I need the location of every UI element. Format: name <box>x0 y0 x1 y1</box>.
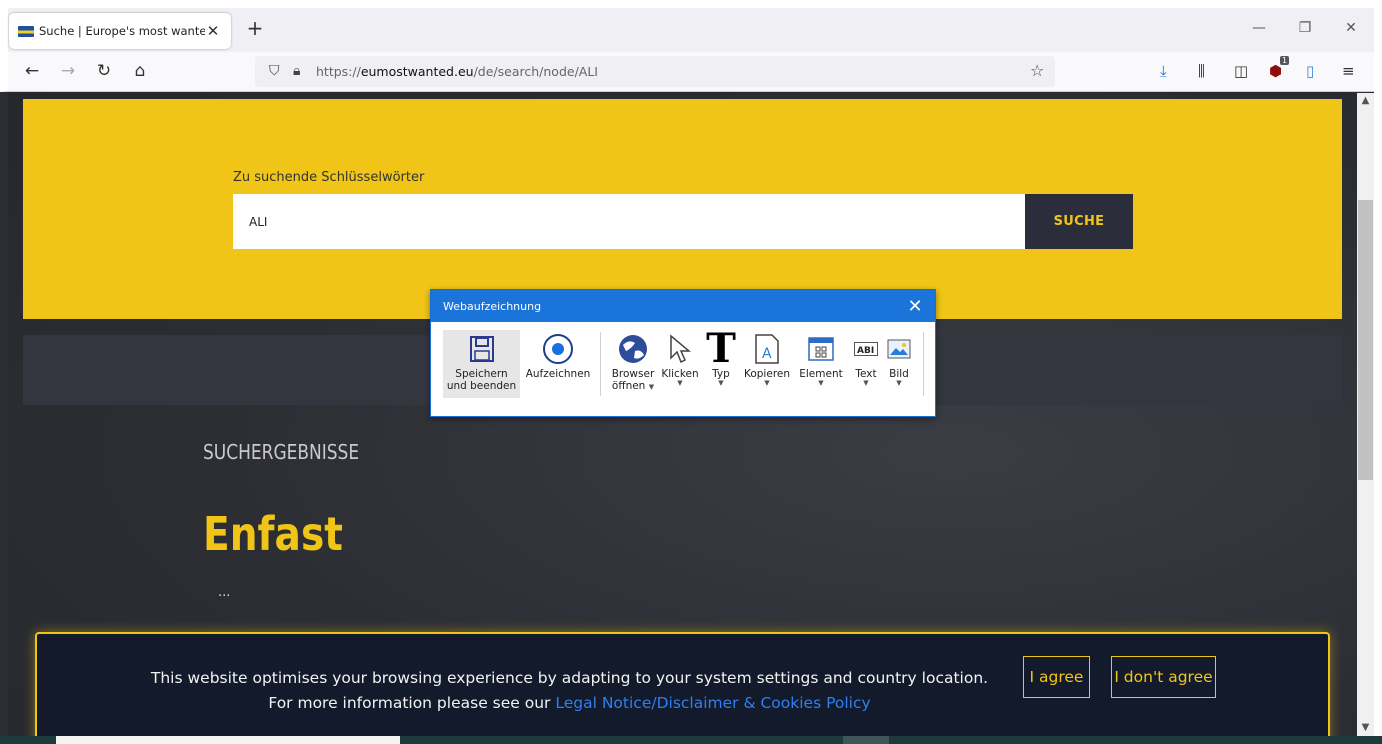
record-icon <box>542 330 574 368</box>
element-button[interactable]: Element ▼ <box>797 330 845 387</box>
taskbar-search-box[interactable] <box>56 736 400 744</box>
image-button[interactable]: Bild ▼ <box>884 330 914 387</box>
search-button[interactable]: SUCHE <box>1025 194 1133 249</box>
notes-icon[interactable]: ▯ <box>1306 62 1314 80</box>
window-border <box>1374 52 1382 744</box>
search-input[interactable] <box>233 194 1025 249</box>
record-button[interactable]: Aufzeichnen <box>523 330 593 380</box>
navigation-toolbar: ← → ↻ ⌂ ⛉ 🔒︎ https://eumostwanted.eu/de/… <box>0 52 1382 92</box>
dropdown-caret-icon[interactable]: ▼ <box>649 383 654 391</box>
url-text[interactable]: https://eumostwanted.eu/de/search/node/A… <box>316 64 598 79</box>
results-heading: SUCHERGEBNISSE <box>203 440 360 464</box>
search-panel: Zu suchende Schlüsselwörter SUCHE <box>23 99 1342 319</box>
toolbar-separator <box>923 332 924 396</box>
bookmark-star-icon[interactable]: ☆ <box>1030 61 1044 80</box>
type-button[interactable]: T Typ ▼ <box>703 325 739 387</box>
sidebar-icon[interactable]: ◫ <box>1234 62 1248 80</box>
dropdown-caret-icon[interactable]: ▼ <box>764 380 769 387</box>
type-icon: T <box>706 325 736 372</box>
url-host: eumostwanted.eu <box>360 64 474 79</box>
eu-flag-favicon-icon <box>18 25 34 37</box>
agree-button[interactable]: I agree <box>1023 656 1090 698</box>
browser-window: Suche | Europe's most wanted ✕ + — ❐ ✕ ←… <box>0 0 1382 744</box>
copy-icon: A <box>754 330 780 368</box>
minimize-icon[interactable]: — <box>1244 20 1274 36</box>
recorder-titlebar[interactable]: Webaufzeichnung ✕ <box>431 290 935 322</box>
address-bar[interactable]: ⛉ 🔒︎ https://eumostwanted.eu/de/search/n… <box>255 56 1055 87</box>
menu-icon[interactable]: ≡ <box>1342 62 1355 80</box>
copy-button[interactable]: A Kopieren ▼ <box>742 330 792 387</box>
shield-icon[interactable]: ⛉ <box>269 63 280 79</box>
tab-title: Suche | Europe's most wanted <box>39 24 205 38</box>
home-icon[interactable]: ⌂ <box>129 60 151 82</box>
dropdown-caret-icon[interactable]: ▼ <box>677 380 682 387</box>
restore-icon[interactable]: ❐ <box>1290 20 1320 36</box>
new-tab-button[interactable]: + <box>245 18 265 38</box>
taskbar-app-icon[interactable] <box>843 736 889 744</box>
tool-label: öffnen ▼ <box>612 380 654 392</box>
tool-label: Aufzeichnen <box>525 368 591 380</box>
cookie-policy-link[interactable]: Legal Notice/Disclaimer & Cookies Policy <box>555 694 870 712</box>
ublock-badge: 1 <box>1280 56 1290 65</box>
browser-tab[interactable]: Suche | Europe's most wanted ✕ <box>9 13 231 49</box>
dropdown-caret-icon[interactable]: ▼ <box>896 380 901 387</box>
result-snippet: ... <box>218 585 231 600</box>
element-icon <box>808 330 834 368</box>
forward-arrow-icon[interactable]: → <box>57 60 79 82</box>
save-and-exit-button[interactable]: Speichern und beenden <box>443 330 520 398</box>
open-browser-button[interactable]: Browser öffnen ▼ <box>609 330 657 392</box>
scrollbar-thumb[interactable] <box>1358 200 1373 480</box>
svg-text:A: A <box>762 346 772 362</box>
window-close-icon[interactable]: ✕ <box>1336 20 1366 36</box>
cookie-banner: This website optimises your browsing exp… <box>35 632 1330 744</box>
reload-icon[interactable]: ↻ <box>93 60 115 82</box>
tool-label: und beenden <box>446 380 517 392</box>
text-icon: ABI <box>854 330 878 368</box>
disagree-button[interactable]: I don't agree <box>1111 656 1216 698</box>
result-title-link[interactable]: Enfast <box>203 507 343 561</box>
download-icon[interactable]: ⤓ <box>1160 62 1167 80</box>
web-recorder-dialog: Webaufzeichnung ✕ Speichern und beenden … <box>430 289 936 417</box>
url-scheme: https:// <box>316 64 361 79</box>
recorder-toolbar: Speichern und beenden Aufzeichnen Browse… <box>431 322 935 418</box>
globe-icon <box>617 330 649 368</box>
click-button[interactable]: Klicken ▼ <box>659 330 701 387</box>
dropdown-caret-icon[interactable]: ▼ <box>863 380 868 387</box>
search-label: Zu suchende Schlüsselwörter <box>233 170 425 185</box>
text-button[interactable]: ABI Text ▼ <box>849 330 883 387</box>
cookie-text: This website optimises your browsing exp… <box>137 666 1002 716</box>
floppy-disk-icon <box>469 330 494 368</box>
back-arrow-icon[interactable]: ← <box>21 60 43 82</box>
tool-label: Browser <box>611 368 655 380</box>
recorder-close-icon[interactable]: ✕ <box>895 296 935 317</box>
cursor-icon <box>669 330 691 368</box>
scroll-down-icon[interactable]: ▼ <box>1359 722 1372 733</box>
tool-label: Speichern <box>455 368 508 380</box>
lock-icon[interactable]: 🔒︎ <box>293 63 300 79</box>
image-icon <box>887 330 911 368</box>
library-icon[interactable]: ⫼ <box>1198 62 1205 80</box>
dropdown-caret-icon[interactable]: ▼ <box>818 380 823 387</box>
os-taskbar <box>0 736 1382 744</box>
toolbar-separator <box>600 332 601 396</box>
scroll-up-icon[interactable]: ▲ <box>1359 95 1372 106</box>
recorder-title: Webaufzeichnung <box>443 299 542 313</box>
url-path: /de/search/node/ALI <box>473 64 598 79</box>
dropdown-caret-icon[interactable]: ▼ <box>718 380 723 387</box>
tool-label-line2: öffnen <box>611 380 646 392</box>
tab-close-icon[interactable]: ✕ <box>205 22 221 40</box>
tab-strip: Suche | Europe's most wanted ✕ + — ❐ ✕ <box>0 0 1382 52</box>
svg-text:ABI: ABI <box>857 346 874 356</box>
